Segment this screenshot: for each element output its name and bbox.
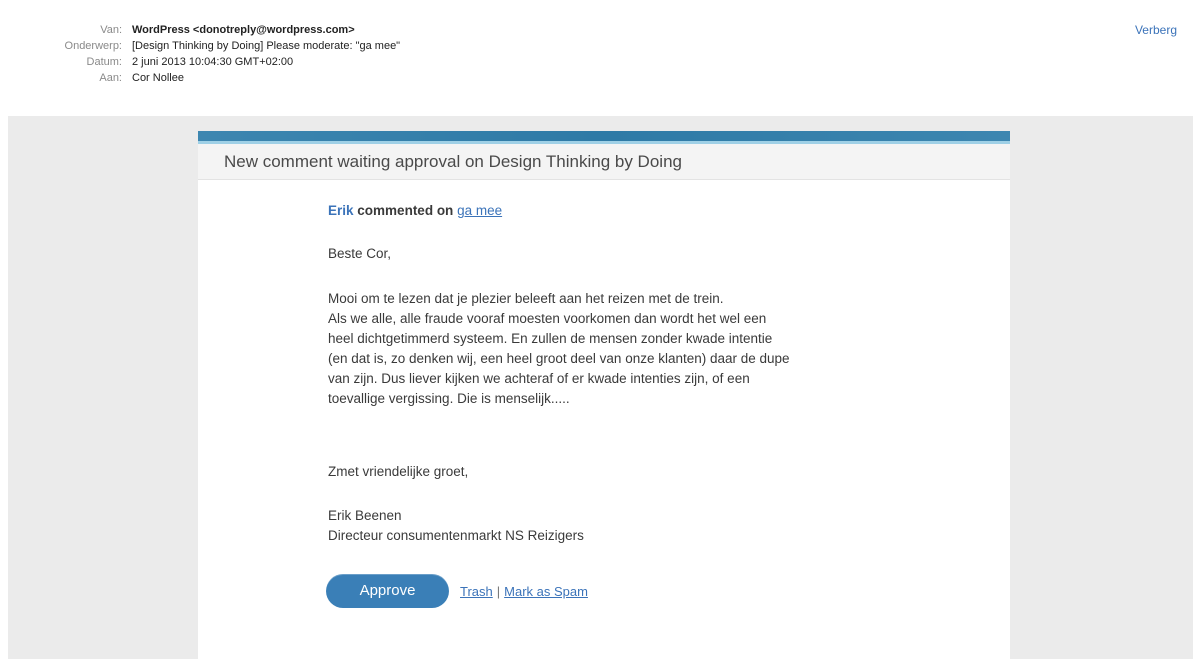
trash-link[interactable]: Trash <box>460 584 493 599</box>
card-title: New comment waiting approval on Design T… <box>224 152 682 171</box>
email-header: Van: WordPress <donotreply@wordpress.com… <box>0 0 1193 116</box>
comment-line: Mooi om te lezen dat je plezier beleeft … <box>328 291 724 306</box>
post-link[interactable]: ga mee <box>457 203 502 218</box>
comment-line: heel dichtgetimmerd systeem. En zullen d… <box>328 331 773 346</box>
greeting: Beste Cor, <box>328 246 392 261</box>
closing: Zmet vriendelijke groet, <box>328 464 469 479</box>
comment-line: toevallige vergissing. Die is menselijk.… <box>328 391 570 406</box>
author-link[interactable]: Erik <box>328 203 354 218</box>
comment-line: Als we alle, alle fraude vooraf moesten … <box>328 311 767 326</box>
card-accent-bar <box>198 131 1010 141</box>
hide-details-link[interactable]: Verberg <box>1135 23 1177 37</box>
signature: Erik Beenen Directeur consumentenmarkt N… <box>328 506 584 546</box>
mark-spam-link[interactable]: Mark as Spam <box>504 584 588 599</box>
notification-card: New comment waiting approval on Design T… <box>198 131 1010 659</box>
commented-on-text: commented on <box>357 203 454 218</box>
action-separator: | <box>496 584 501 599</box>
card-header: New comment waiting approval on Design T… <box>198 144 1010 180</box>
comment-meta: Erik commented on ga mee <box>328 203 502 218</box>
signature-name: Erik Beenen <box>328 508 402 523</box>
comment-line: van zijn. Dus liever kijken we achteraf … <box>328 371 750 386</box>
moderation-actions: Trash | Mark as Spam <box>460 584 588 599</box>
to-value: Cor Nollee <box>132 72 184 84</box>
signature-title: Directeur consumentenmarkt NS Reizigers <box>328 528 584 543</box>
comment-line: (en dat is, zo denken wij, een heel groo… <box>328 351 790 366</box>
approve-button[interactable]: Approve <box>326 574 449 608</box>
comment-body: Mooi om te lezen dat je plezier beleeft … <box>328 289 790 409</box>
to-label: Aan: <box>99 72 122 84</box>
